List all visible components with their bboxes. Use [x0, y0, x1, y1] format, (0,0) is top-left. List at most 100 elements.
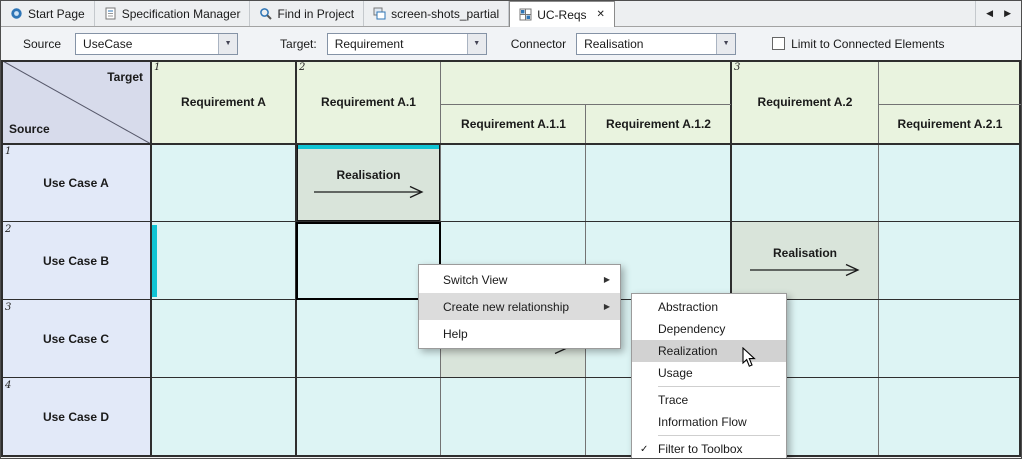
- submenu-item-label: Usage: [658, 366, 693, 380]
- context-menu: Switch View ▶ Create new relationship ▶ …: [418, 264, 621, 349]
- connector-dropdown-value: Realisation: [577, 37, 716, 51]
- submenu-item-label: Trace: [658, 393, 688, 407]
- source-dropdown[interactable]: UseCase ▼: [75, 33, 238, 55]
- col-number: 2: [299, 62, 305, 73]
- col-header-label: Requirement A.2.1: [898, 117, 1003, 131]
- row-header-use-case-c[interactable]: Use Case C: [1, 300, 151, 378]
- dropdown-arrow-icon[interactable]: ▼: [218, 34, 237, 54]
- row-number: 3: [5, 302, 11, 313]
- menu-item-help[interactable]: Help: [419, 320, 620, 347]
- menu-separator: [658, 435, 780, 436]
- close-icon[interactable]: ✕: [597, 9, 605, 20]
- col-group-requirement-a1-spacer: [441, 60, 731, 104]
- matrix-cell-usecase-b-req-a2[interactable]: Realisation: [731, 222, 879, 300]
- col-header-label: Requirement A: [181, 95, 266, 109]
- tab-find-in-project[interactable]: Find in Project: [250, 1, 364, 26]
- target-dropdown[interactable]: Requirement ▼: [327, 33, 487, 55]
- submenu-item-usage[interactable]: Usage: [632, 362, 786, 384]
- limit-to-connected-checkbox[interactable]: [772, 37, 785, 50]
- corner-target-label: Target: [107, 70, 143, 84]
- tab-uc-reqs[interactable]: UC-Reqs ✕: [509, 1, 615, 27]
- realisation-arrow-icon: [746, 262, 864, 277]
- corner-source-label: Source: [9, 122, 50, 136]
- col-header-label: Requirement A.1: [321, 95, 416, 109]
- menu-item-label: Help: [443, 327, 468, 341]
- create-relationship-submenu: Abstraction Dependency Realization Usage…: [631, 293, 787, 459]
- matrix-icon: [519, 8, 532, 21]
- start-page-icon: [10, 7, 23, 20]
- col-header-requirement-a1[interactable]: Requirement A.1: [296, 60, 441, 144]
- relationship-label: Realisation: [773, 246, 837, 260]
- tab-label: screen-shots_partial: [391, 7, 499, 21]
- connector-label: Connector: [511, 37, 566, 51]
- submenu-item-filter-to-toolbox[interactable]: ✓ Filter to Toolbox: [632, 438, 786, 459]
- row-header-label: Use Case D: [43, 410, 109, 424]
- row-number: 1: [5, 146, 11, 157]
- tab-scroll-controls: ◀ ▶: [975, 1, 1021, 26]
- tab-label: Start Page: [28, 7, 85, 21]
- target-dropdown-value: Requirement: [328, 37, 467, 51]
- tab-screen-shots-partial[interactable]: screen-shots_partial: [364, 1, 509, 26]
- selected-column-indicator: [298, 145, 439, 149]
- col-header-requirement-a2[interactable]: Requirement A.2: [731, 60, 879, 144]
- menu-item-switch-view[interactable]: Switch View ▶: [419, 266, 620, 293]
- specification-manager-icon: [104, 7, 117, 20]
- target-label: Target:: [280, 37, 317, 51]
- col-header-requirement-a[interactable]: Requirement A: [151, 60, 296, 144]
- menu-item-label: Create new relationship: [443, 300, 569, 314]
- submenu-arrow-icon: ▶: [604, 302, 610, 311]
- col-number: 3: [734, 62, 740, 73]
- submenu-item-information-flow[interactable]: Information Flow: [632, 411, 786, 433]
- row-header-use-case-b[interactable]: Use Case B: [1, 222, 151, 300]
- submenu-item-label: Realization: [658, 344, 717, 358]
- tab-start-page[interactable]: Start Page: [1, 1, 95, 26]
- row-header-use-case-d[interactable]: Use Case D: [1, 378, 151, 456]
- submenu-item-realization[interactable]: Realization: [632, 340, 786, 362]
- limit-to-connected-label: Limit to Connected Elements: [791, 37, 944, 51]
- connector-dropdown[interactable]: Realisation ▼: [576, 33, 736, 55]
- tab-label: Find in Project: [277, 7, 354, 21]
- col-header-requirement-a21[interactable]: Requirement A.2.1: [879, 104, 1021, 144]
- screenshot-icon: [373, 7, 386, 20]
- col-header-requirement-a11[interactable]: Requirement A.1.1: [441, 104, 586, 144]
- search-icon: [259, 7, 272, 20]
- submenu-item-trace[interactable]: Trace: [632, 389, 786, 411]
- row-number: 2: [5, 224, 11, 235]
- relationship-matrix-window: Start Page Specification Manager Find in…: [0, 0, 1022, 459]
- submenu-item-label: Filter to Toolbox: [658, 442, 743, 456]
- row-header-label: Use Case A: [43, 176, 109, 190]
- row-header-use-case-a[interactable]: Use Case A: [1, 144, 151, 222]
- selected-row-indicator: [152, 225, 157, 297]
- menu-item-create-new-relationship[interactable]: Create new relationship ▶: [419, 293, 620, 320]
- tab-specification-manager[interactable]: Specification Manager: [95, 1, 251, 26]
- col-header-label: Requirement A.1.1: [461, 117, 566, 131]
- col-header-label: Requirement A.2: [758, 95, 853, 109]
- tab-scroll-right-icon[interactable]: ▶: [1004, 8, 1011, 19]
- relationship-label: Realisation: [336, 168, 400, 182]
- check-icon: ✓: [640, 444, 648, 455]
- dropdown-arrow-icon[interactable]: ▼: [467, 34, 486, 54]
- submenu-item-abstraction[interactable]: Abstraction: [632, 296, 786, 318]
- menu-separator: [658, 386, 780, 387]
- col-header-label: Requirement A.1.2: [606, 117, 711, 131]
- tab-label: UC-Reqs: [537, 8, 586, 22]
- menu-item-label: Switch View: [443, 273, 507, 287]
- source-dropdown-value: UseCase: [76, 37, 218, 51]
- submenu-item-label: Dependency: [658, 322, 725, 336]
- col-header-requirement-a12[interactable]: Requirement A.1.2: [586, 104, 731, 144]
- submenu-item-label: Information Flow: [658, 415, 747, 429]
- submenu-item-label: Abstraction: [658, 300, 718, 314]
- matrix-corner-cell: Target Source: [1, 60, 151, 144]
- tab-bar: Start Page Specification Manager Find in…: [1, 1, 1021, 27]
- row-header-label: Use Case B: [43, 254, 109, 268]
- relationship-matrix[interactable]: Target Source Requirement A Requirement …: [1, 60, 1021, 457]
- matrix-toolbar: Source UseCase ▼ Target: Requirement ▼ C…: [1, 27, 1021, 60]
- tab-label: Specification Manager: [122, 7, 241, 21]
- matrix-cell-usecase-a-req-a1[interactable]: Realisation: [296, 144, 441, 222]
- submenu-item-dependency[interactable]: Dependency: [632, 318, 786, 340]
- row-number: 4: [5, 380, 11, 391]
- tab-scroll-left-icon[interactable]: ◀: [986, 8, 993, 19]
- realisation-arrow-icon: [310, 184, 428, 199]
- dropdown-arrow-icon[interactable]: ▼: [716, 34, 735, 54]
- submenu-arrow-icon: ▶: [604, 275, 610, 284]
